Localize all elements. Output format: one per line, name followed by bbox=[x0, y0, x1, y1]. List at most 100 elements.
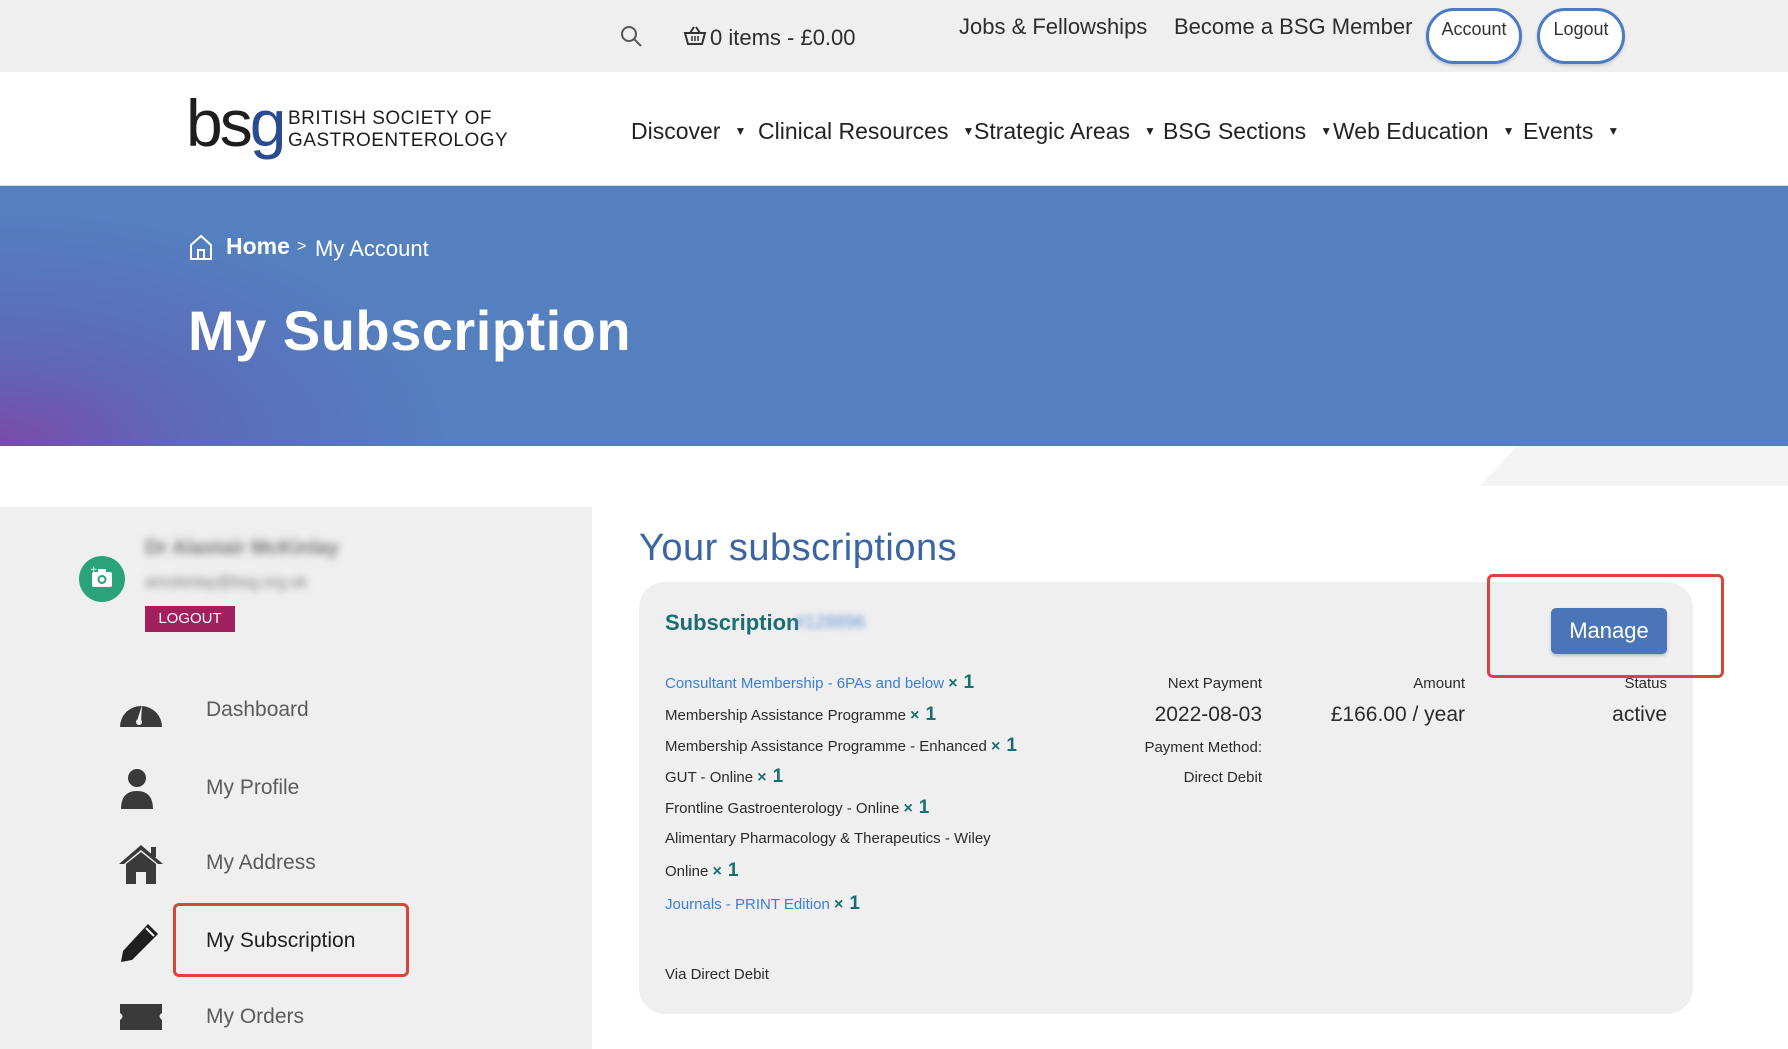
next-payment-value: 2022-08-03 bbox=[1154, 703, 1262, 726]
nav-label: Web Education bbox=[1333, 118, 1489, 144]
payment-method-label: Payment Method: bbox=[1144, 739, 1262, 756]
dashboard-icon bbox=[118, 689, 164, 733]
subscription-line-item: Membership Assistance Programme × 1 bbox=[665, 704, 936, 726]
utility-bar: 0 items - £0.00 Jobs & Fellowships Becom… bbox=[0, 0, 1788, 72]
times-icon: × bbox=[833, 896, 844, 913]
main-header: bsg BRITISH SOCIETY OF GASTROENTEROLOGY … bbox=[0, 72, 1788, 187]
ticket-icon bbox=[118, 996, 164, 1040]
sidebar-item-label: My Address bbox=[206, 851, 316, 874]
line-item-name: Consultant Membership - 6PAs and below bbox=[665, 675, 945, 692]
logo-line-1: BRITISH SOCIETY OF bbox=[288, 108, 492, 129]
search-icon[interactable] bbox=[619, 24, 643, 54]
line-item-name: GUT - Online bbox=[665, 769, 754, 786]
nav-strategic-areas[interactable]: Strategic Areas ▼ bbox=[974, 118, 1156, 145]
times-icon: × bbox=[757, 769, 767, 786]
subscription-line-item[interactable]: Consultant Membership - 6PAs and below ×… bbox=[665, 672, 974, 694]
user-name: Dr Alastair McKinlay bbox=[145, 537, 339, 559]
times-icon: × bbox=[990, 738, 1001, 755]
sidebar-item-dashboard[interactable]: Dashboard bbox=[118, 687, 538, 737]
status-label: Status bbox=[1624, 675, 1667, 692]
user-icon bbox=[118, 767, 164, 811]
bsg-logo-mark[interactable]: bsg bbox=[186, 90, 286, 156]
nav-label: Discover bbox=[631, 118, 721, 144]
line-item-name: Journals - PRINT Edition bbox=[665, 896, 830, 913]
nav-web-education[interactable]: Web Education ▼ bbox=[1333, 118, 1514, 145]
nav-bsg-sections[interactable]: BSG Sections ▼ bbox=[1163, 118, 1332, 145]
pencil-icon bbox=[118, 920, 164, 964]
subscription-id[interactable]: #128896 bbox=[795, 612, 865, 633]
subscription-heading: Subscription bbox=[665, 610, 800, 635]
home-outline-icon[interactable] bbox=[188, 233, 214, 266]
payment-via-text: Via Direct Debit bbox=[665, 966, 769, 983]
become-member-link[interactable]: Become a BSG Member bbox=[1174, 14, 1412, 40]
sidebar-item-label: Dashboard bbox=[206, 698, 309, 721]
jobs-fellowships-link[interactable]: Jobs & Fellowships bbox=[959, 14, 1147, 40]
caret-down-icon: ▼ bbox=[1502, 124, 1515, 138]
cart-summary[interactable]: 0 items - £0.00 bbox=[710, 25, 856, 51]
caret-down-icon: ▼ bbox=[734, 124, 747, 138]
svg-text:+: + bbox=[90, 565, 98, 575]
nav-label: Clinical Resources bbox=[758, 118, 949, 144]
caret-down-icon: ▼ bbox=[1143, 124, 1156, 138]
highlight-manage bbox=[1487, 574, 1724, 678]
subscription-line-item: Frontline Gastroenterology - Online × 1 bbox=[665, 797, 929, 819]
line-item-name: Alimentary Pharmacology & Therapeutics -… bbox=[665, 830, 991, 847]
line-item-name: Membership Assistance Programme - Enhanc… bbox=[665, 738, 987, 755]
line-item-name: Membership Assistance Programme bbox=[665, 707, 906, 724]
times-icon: × bbox=[712, 863, 722, 880]
subscriptions-heading: Your subscriptions bbox=[639, 527, 958, 569]
bsg-logo-text[interactable]: BRITISH SOCIETY OF GASTROENTEROLOGY bbox=[288, 108, 508, 152]
avatar[interactable]: + bbox=[79, 556, 125, 602]
breadcrumb-current[interactable]: My Account bbox=[315, 236, 429, 262]
subscription-line-item: GUT - Online × 1 bbox=[665, 766, 783, 788]
user-email: amckinlay@bsg.org.uk bbox=[145, 574, 308, 591]
sidebar-item-my-profile[interactable]: My Profile bbox=[118, 765, 538, 815]
home-icon bbox=[118, 842, 164, 886]
line-item-qty: 1 bbox=[925, 704, 937, 725]
decorative-shape bbox=[1480, 446, 1788, 486]
sidebar-item-my-orders[interactable]: My Orders bbox=[118, 994, 538, 1044]
amount-label: Amount bbox=[1413, 675, 1465, 692]
times-icon: × bbox=[903, 800, 913, 817]
sidebar-logout-button[interactable]: LOGOUT bbox=[145, 606, 235, 632]
breadcrumb-separator: > bbox=[297, 238, 307, 255]
nav-label: BSG Sections bbox=[1163, 118, 1307, 144]
logo-line-2: GASTROENTEROLOGY bbox=[288, 130, 509, 151]
caret-down-icon: ▼ bbox=[1320, 124, 1333, 138]
sidebar-item-my-address[interactable]: My Address bbox=[118, 840, 538, 890]
payment-method-value: Direct Debit bbox=[1183, 769, 1262, 786]
breadcrumb-home[interactable]: Home bbox=[226, 233, 290, 260]
caret-down-icon: ▼ bbox=[1607, 124, 1620, 138]
account-button[interactable]: Account bbox=[1426, 8, 1522, 64]
status-value: active bbox=[1612, 703, 1667, 726]
next-payment-label: Next Payment bbox=[1167, 675, 1262, 692]
nav-label: Events bbox=[1523, 118, 1594, 144]
nav-label: Strategic Areas bbox=[974, 118, 1130, 144]
sidebar-item-label: My Profile bbox=[206, 776, 300, 799]
line-item-qty: 1 bbox=[849, 893, 860, 914]
nav-clinical-resources[interactable]: Clinical Resources ▼ bbox=[758, 118, 974, 145]
line-item-qty: 1 bbox=[963, 672, 975, 693]
subscription-line-item: Online × 1 bbox=[665, 860, 738, 882]
line-item-qty: 1 bbox=[918, 797, 930, 818]
times-icon: × bbox=[910, 707, 920, 724]
logout-button[interactable]: Logout bbox=[1537, 8, 1625, 64]
cart-icon[interactable] bbox=[683, 26, 707, 52]
line-item-qty: 1 bbox=[772, 766, 784, 787]
sidebar-item-label: My Orders bbox=[206, 1005, 305, 1028]
subscription-line-item[interactable]: Journals - PRINT Edition × 1 bbox=[665, 893, 860, 915]
times-icon: × bbox=[948, 675, 958, 692]
line-item-qty: 1 bbox=[1006, 735, 1017, 756]
line-item-name: Online bbox=[665, 863, 709, 880]
subscription-line-item: Membership Assistance Programme - Enhanc… bbox=[665, 735, 1017, 757]
highlight-my-subscription bbox=[173, 903, 409, 977]
nav-discover[interactable]: Discover ▼ bbox=[631, 118, 746, 145]
page-title: My Subscription bbox=[188, 299, 632, 362]
camera-icon: + bbox=[90, 565, 112, 587]
amount-value: £166.00 / year bbox=[1330, 703, 1465, 726]
caret-down-icon: ▼ bbox=[962, 124, 975, 138]
subscription-line-item: Alimentary Pharmacology & Therapeutics -… bbox=[665, 830, 991, 847]
line-item-name: Frontline Gastroenterology - Online bbox=[665, 800, 900, 817]
line-item-qty: 1 bbox=[727, 860, 739, 881]
nav-events[interactable]: Events ▼ bbox=[1523, 118, 1619, 145]
